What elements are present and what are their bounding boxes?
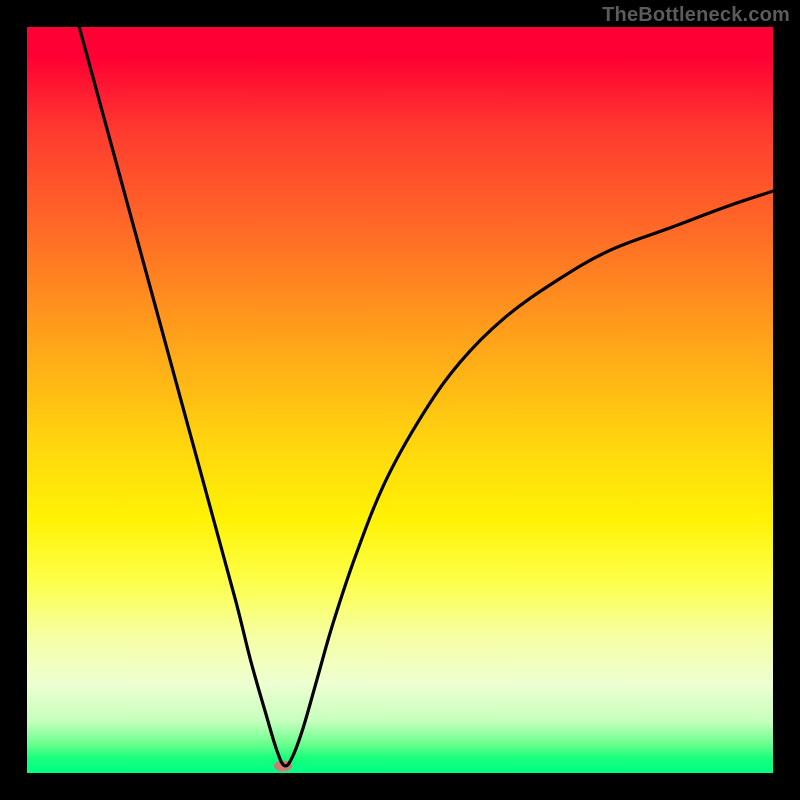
plot-area — [27, 27, 773, 773]
bottleneck-curve — [27, 27, 773, 773]
watermark-text: TheBottleneck.com — [602, 4, 790, 27]
chart-root: TheBottleneck.com — [0, 0, 800, 800]
